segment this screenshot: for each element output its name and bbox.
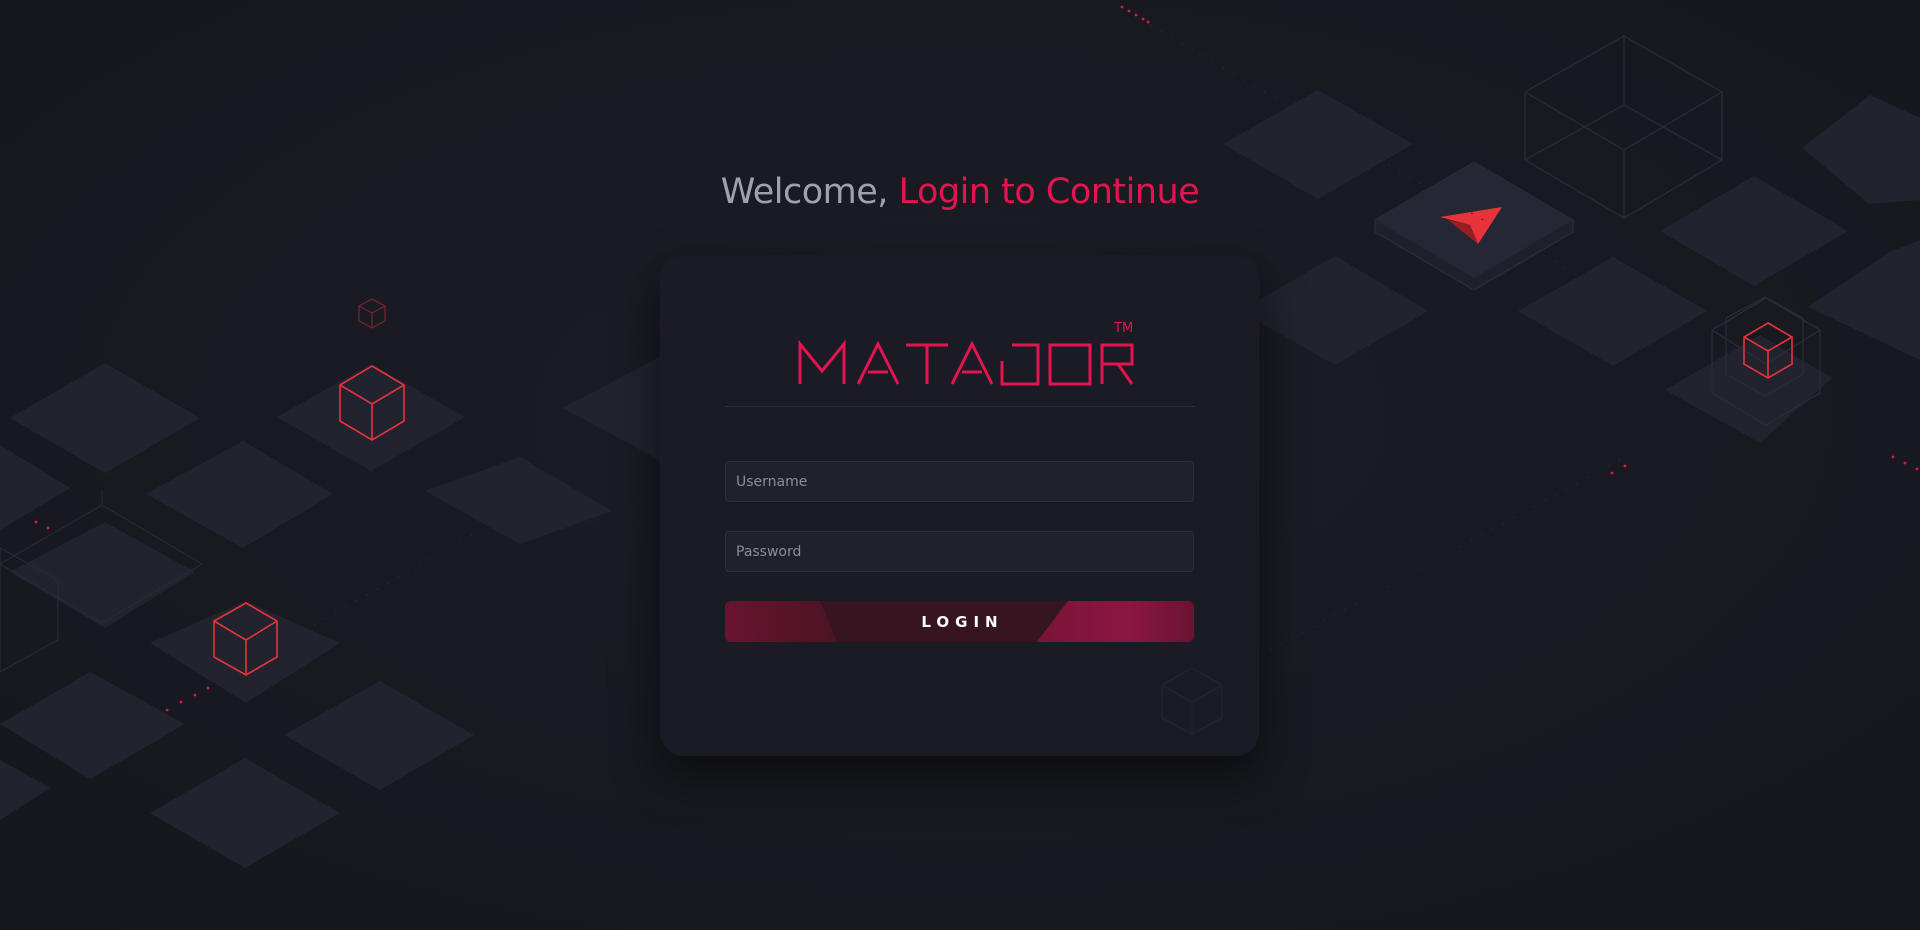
card-divider [725,406,1195,407]
matador-logo: TM [660,316,1259,396]
ghost-cube-icon [1161,667,1223,734]
matador-wordmark: TM [798,321,1133,386]
login-button-label: LOGIN [921,612,1004,631]
username-input[interactable] [725,461,1194,502]
login-card: TM LOGIN [660,256,1259,756]
trademark-mark: TM [1113,321,1133,336]
welcome-heading: Welcome, Login to Continue [0,172,1920,212]
welcome-text: Welcome, [720,172,889,212]
password-input[interactable] [725,531,1194,572]
login-button[interactable]: LOGIN [725,601,1194,642]
login-to-continue-text: Login to Continue [898,172,1200,212]
